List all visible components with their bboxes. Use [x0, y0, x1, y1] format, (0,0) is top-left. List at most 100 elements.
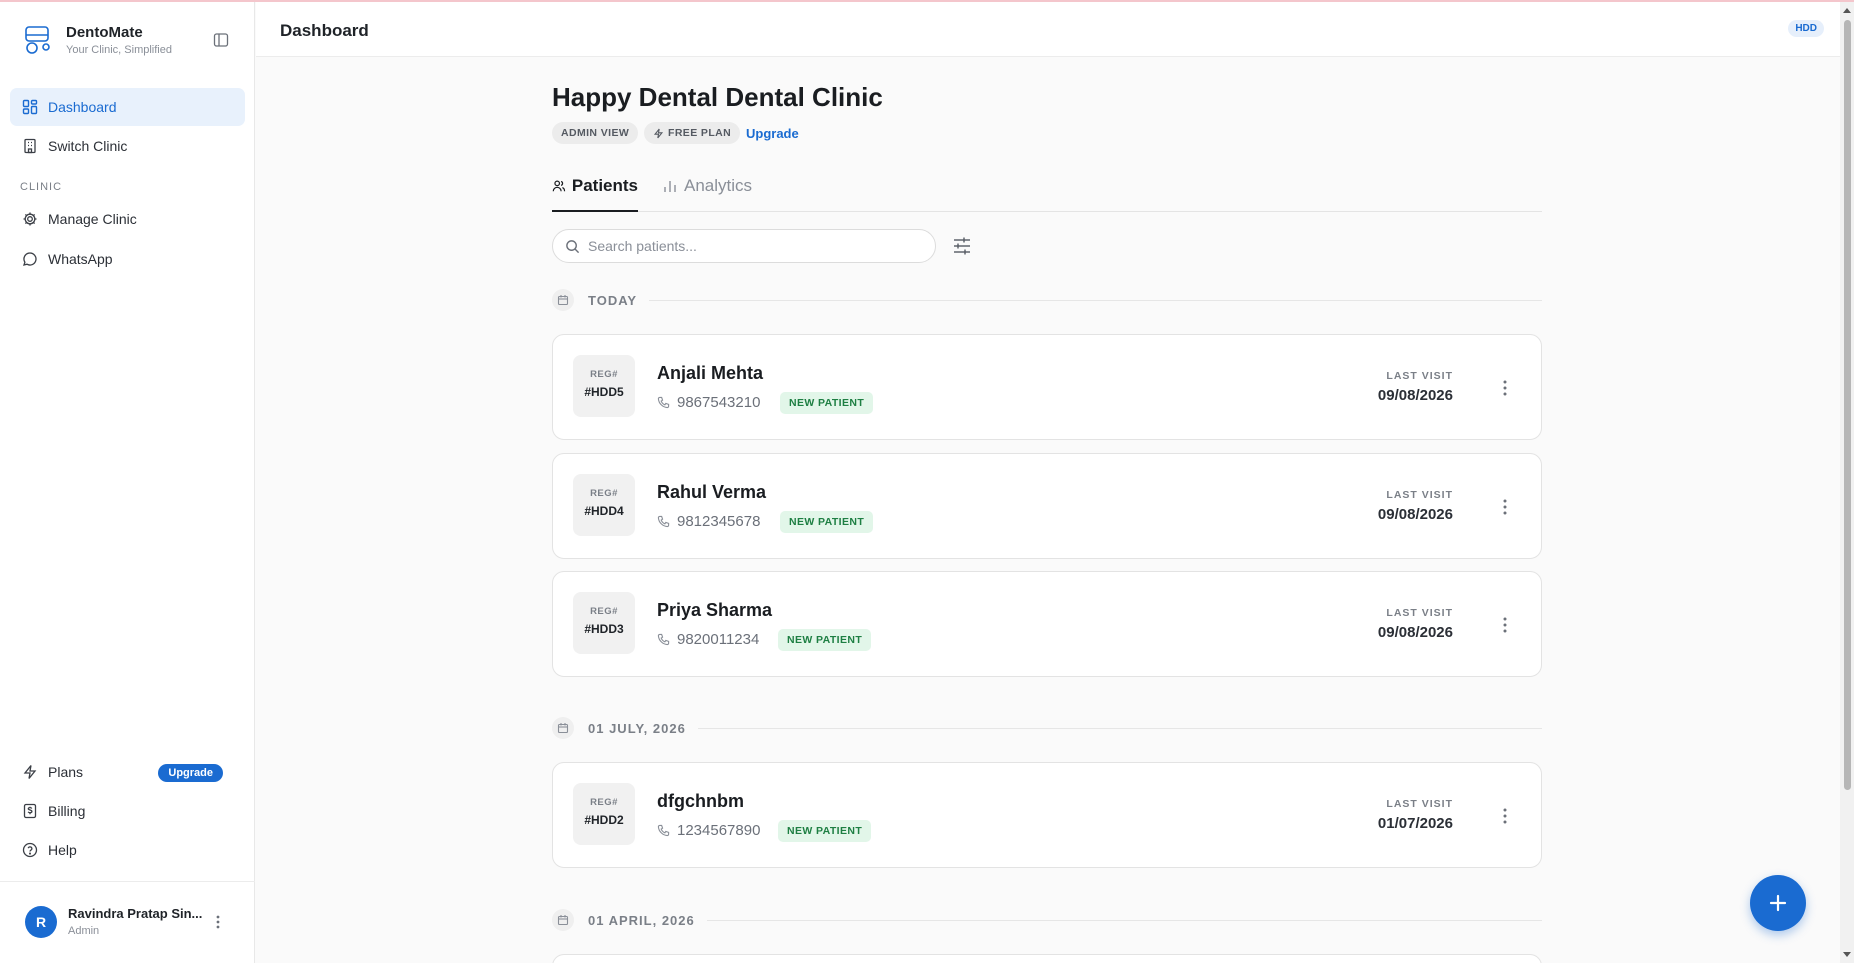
reg-id: #HDD4 — [584, 504, 624, 518]
patient-card[interactable]: REG# #HDD5 Anjali Mehta 9867543210 NEW P… — [552, 334, 1542, 440]
sidebar-item-dashboard[interactable]: Dashboard — [10, 88, 245, 126]
patient-name[interactable]: Anjali Mehta — [657, 363, 763, 384]
bolt-icon — [653, 128, 664, 138]
patient-card[interactable]: REG# #HDD3 Priya Sharma 9820011234 NEW P… — [552, 571, 1542, 677]
new-patient-badge: NEW PATIENT — [780, 392, 874, 414]
building-icon — [24, 138, 36, 154]
scroll-down-arrow-icon[interactable] — [1843, 952, 1851, 957]
sidebar-item-label: Manage Clinic — [48, 211, 137, 227]
reg-number-box: REG# #HDD3 — [573, 592, 635, 654]
add-patient-button[interactable] — [1750, 875, 1806, 931]
patient-phone-number: 9812345678 — [677, 513, 761, 530]
sidebar-item-label: WhatsApp — [48, 251, 113, 267]
sidebar: DentoMate Your Clinic, Simplified Dashbo… — [0, 0, 255, 963]
app-name: DentoMate — [66, 24, 143, 41]
date-group-header: TODAY — [552, 289, 1542, 311]
reg-label: REG# — [590, 606, 618, 617]
user-role: Admin — [68, 925, 100, 937]
chip-label: FREE PLAN — [668, 127, 732, 139]
chat-icon — [23, 252, 37, 266]
patient-card-partial[interactable] — [552, 954, 1542, 963]
upgrade-badge[interactable]: Upgrade — [158, 764, 223, 782]
page-title: Dashboard — [280, 21, 369, 40]
patient-phone: 9867543210 — [657, 394, 760, 411]
calendar-icon — [552, 717, 574, 739]
sidebar-item-billing[interactable]: Billing — [10, 792, 245, 830]
chip-label: ADMIN VIEW — [561, 127, 630, 139]
clinic-code-badge[interactable]: HDD — [1788, 20, 1824, 37]
patient-name[interactable]: Rahul Verma — [657, 482, 766, 503]
app-tagline: Your Clinic, Simplified — [66, 44, 172, 56]
sidebar-item-label: Help — [48, 842, 77, 858]
reg-number-box: REG# #HDD5 — [573, 355, 635, 417]
receipt-icon — [23, 803, 37, 819]
free-plan-chip: FREE PLAN — [644, 122, 741, 144]
last-visit-date: 09/08/2026 — [1377, 624, 1453, 641]
last-visit-label: LAST VISIT — [1386, 370, 1453, 382]
tab-patients[interactable]: Patients — [552, 176, 638, 212]
more-vertical-icon[interactable] — [1502, 806, 1508, 826]
tab-analytics[interactable]: Analytics — [662, 176, 752, 212]
new-patient-badge: NEW PATIENT — [778, 820, 872, 842]
date-group-label: 01 JULY, 2026 — [588, 720, 686, 736]
sidebar-item-label: Billing — [48, 803, 86, 819]
patient-name[interactable]: dfgchnbm — [657, 791, 744, 812]
scrollbar[interactable] — [1840, 2, 1854, 963]
patient-phone-number: 9820011234 — [677, 631, 760, 648]
user-name: Ravindra Pratap Sin... — [68, 906, 203, 921]
reg-id: #HDD5 — [584, 385, 624, 399]
more-vertical-icon[interactable] — [1502, 378, 1508, 398]
patient-card[interactable]: REG# #HDD4 Rahul Verma 9812345678 NEW PA… — [552, 453, 1542, 559]
last-visit-date: 09/08/2026 — [1377, 387, 1453, 404]
reg-id: #HDD3 — [584, 622, 624, 636]
divider — [706, 919, 1542, 921]
calendar-icon — [552, 289, 574, 311]
tab-label: Analytics — [684, 176, 753, 195]
reg-label: REG# — [590, 369, 618, 380]
search-input[interactable] — [588, 238, 908, 254]
last-visit-date: 09/08/2026 — [1377, 506, 1453, 523]
brand: DentoMate Your Clinic, Simplified — [24, 24, 172, 56]
user-profile[interactable]: R Ravindra Pratap Sin... Admin — [0, 881, 255, 963]
reg-number-box: REG# #HDD4 — [573, 474, 635, 536]
divider — [697, 727, 1542, 729]
sidebar-item-manage-clinic[interactable]: Manage Clinic — [10, 200, 245, 238]
bolt-icon — [23, 765, 37, 779]
phone-icon — [657, 515, 670, 528]
patient-phone: 9812345678 — [657, 513, 760, 530]
patient-name[interactable]: Priya Sharma — [657, 600, 772, 621]
bar-chart-icon — [664, 181, 676, 192]
sidebar-item-switch-clinic[interactable]: Switch Clinic — [10, 127, 245, 165]
scroll-up-arrow-icon[interactable] — [1843, 8, 1851, 13]
sidebar-toggle-icon[interactable] — [213, 32, 229, 48]
reg-id: #HDD2 — [584, 813, 624, 827]
more-vertical-icon[interactable] — [1502, 615, 1508, 635]
patient-phone: 9820011234 — [657, 631, 759, 648]
upgrade-link[interactable]: Upgrade — [746, 126, 799, 141]
divider — [649, 299, 1542, 301]
gear-icon — [23, 212, 37, 226]
more-vertical-icon[interactable] — [1502, 497, 1508, 517]
phone-icon — [657, 824, 670, 837]
filter-sliders-icon[interactable] — [952, 236, 972, 256]
phone-icon — [657, 396, 670, 409]
calendar-icon — [552, 909, 574, 931]
new-patient-badge: NEW PATIENT — [780, 511, 874, 533]
patient-card[interactable]: REG# #HDD2 dfgchnbm 1234567890 NEW PATIE… — [552, 762, 1542, 868]
sidebar-item-help[interactable]: Help — [10, 831, 245, 869]
clinic-title: Happy Dental Dental Clinic — [552, 82, 883, 112]
sidebar-item-label: Switch Clinic — [48, 138, 128, 154]
search-box[interactable] — [552, 229, 936, 263]
reg-label: REG# — [590, 797, 618, 808]
search-icon — [566, 239, 580, 253]
grid-icon — [22, 99, 38, 115]
more-vertical-icon[interactable] — [212, 913, 224, 931]
dentomate-logo-icon — [25, 26, 50, 54]
admin-view-chip: ADMIN VIEW — [552, 122, 639, 144]
sidebar-item-whatsapp[interactable]: WhatsApp — [10, 240, 245, 278]
new-patient-badge: NEW PATIENT — [778, 629, 872, 651]
sidebar-item-plans[interactable]: Plans Upgrade — [10, 753, 245, 791]
date-group-header: 01 JULY, 2026 — [552, 717, 1542, 739]
scroll-thumb[interactable] — [1844, 20, 1851, 790]
sidebar-item-label: Dashboard — [48, 99, 117, 115]
